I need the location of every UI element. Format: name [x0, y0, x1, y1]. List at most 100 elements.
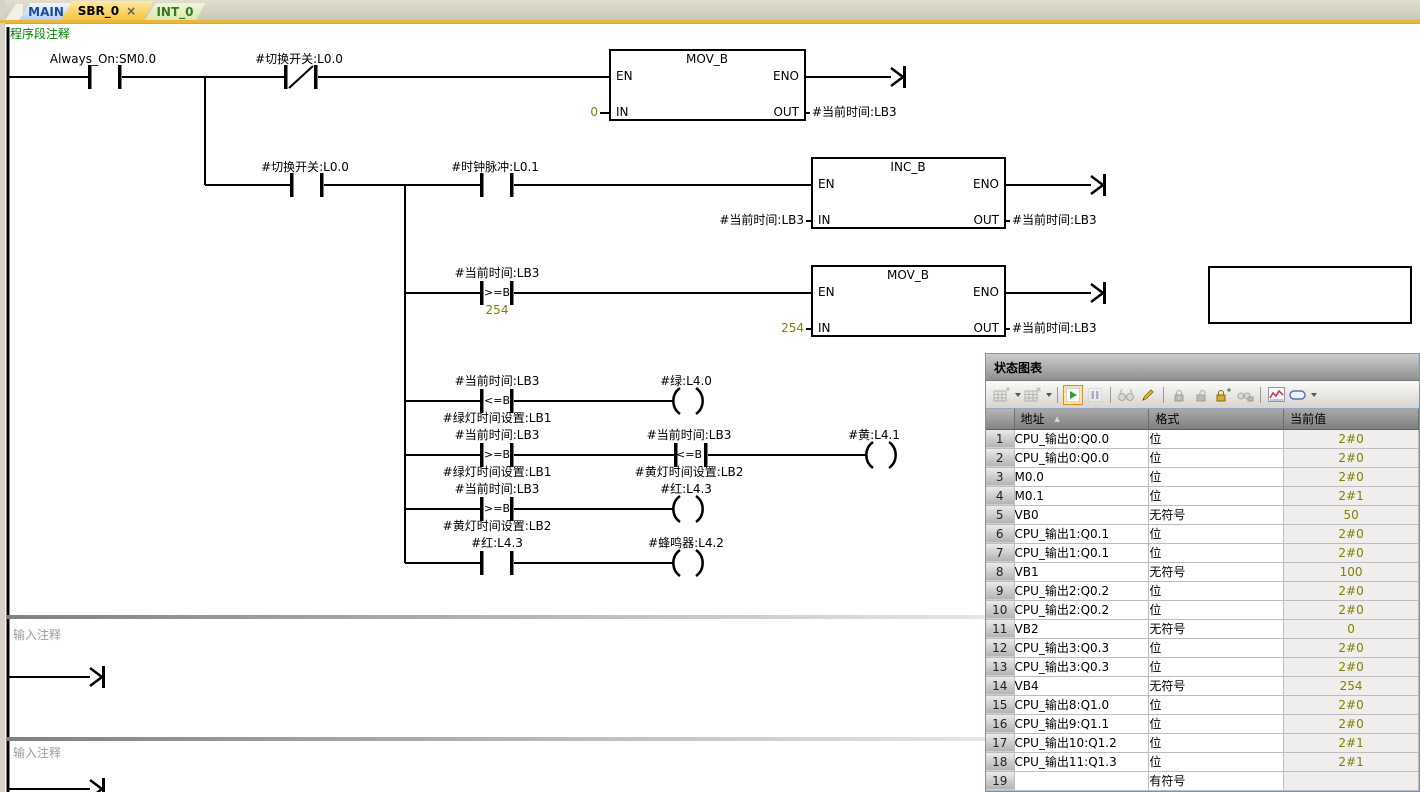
address-cell[interactable]: CPU_输出1:Q0.1 — [1014, 543, 1149, 562]
value-cell[interactable]: 2#1 — [1284, 752, 1419, 771]
address-cell[interactable]: M0.0 — [1014, 467, 1149, 486]
contact-red[interactable] — [480, 551, 514, 575]
value-cell[interactable]: 2#1 — [1284, 486, 1419, 505]
format-cell[interactable]: 位 — [1149, 714, 1284, 733]
row-number-cell[interactable]: 7 — [986, 543, 1014, 562]
value-cell[interactable]: 0 — [1284, 619, 1419, 638]
row-number-cell[interactable]: 9 — [986, 581, 1014, 600]
header-address[interactable]: 地址▲ — [1014, 409, 1149, 429]
tab-sbr0[interactable]: SBR_0× — [61, 1, 153, 20]
value-cell[interactable]: 2#0 — [1284, 638, 1419, 657]
operand-label-clock-pulse[interactable]: #时钟脉冲:L0.1 — [451, 161, 539, 174]
force-new-icon[interactable] — [1213, 385, 1233, 405]
format-cell[interactable]: 位 — [1149, 429, 1284, 448]
write-icon[interactable] — [1138, 385, 1158, 405]
format-cell[interactable]: 位 — [1149, 638, 1284, 657]
address-cell[interactable]: CPU_输出3:Q0.3 — [1014, 638, 1149, 657]
cmp-bottom-operand-green-set[interactable]: #绿灯时间设置:LB1 — [443, 466, 552, 479]
bookmark-icon[interactable] — [1288, 385, 1308, 405]
address-cell[interactable] — [1014, 771, 1149, 790]
format-cell[interactable]: 位 — [1149, 524, 1284, 543]
value-cell[interactable]: 2#0 — [1284, 524, 1419, 543]
value-cell[interactable]: 2#0 — [1284, 695, 1419, 714]
dropdown-caret-icon[interactable] — [1044, 385, 1053, 405]
pause-icon[interactable] — [1085, 385, 1105, 405]
contact-label-red[interactable]: #红:L4.3 — [471, 537, 523, 550]
input-comment-2[interactable]: 输入注释 — [13, 629, 61, 642]
value-cell[interactable] — [1284, 771, 1419, 790]
address-cell[interactable]: CPU_输出8:Q1.0 — [1014, 695, 1149, 714]
out-operand-cur-time[interactable]: #当前时间:LB3 — [812, 106, 897, 119]
in-value-0[interactable]: 0 — [576, 106, 598, 119]
row-number-cell[interactable]: 12 — [986, 638, 1014, 657]
value-cell[interactable]: 2#0 — [1284, 448, 1419, 467]
cmp-top-operand[interactable]: #当前时间:LB3 — [455, 375, 540, 388]
cmp-top-operand[interactable]: #当前时间:LB3 — [455, 483, 540, 496]
format-cell[interactable]: 位 — [1149, 657, 1284, 676]
network-comment[interactable]: 程序段注释 — [10, 28, 70, 41]
format-cell[interactable]: 位 — [1149, 486, 1284, 505]
format-cell[interactable]: 无符号 — [1149, 676, 1284, 695]
header-value[interactable]: 当前值 — [1284, 409, 1419, 429]
format-cell[interactable]: 位 — [1149, 581, 1284, 600]
row-number-cell[interactable]: 15 — [986, 695, 1014, 714]
read-force-icon[interactable] — [1235, 385, 1255, 405]
coil-label-buzzer[interactable]: #蜂鸣器:L4.2 — [648, 537, 724, 550]
coil-label-yellow[interactable]: #黄:L4.1 — [848, 429, 900, 442]
contacts[interactable] — [88, 65, 708, 575]
format-cell[interactable]: 位 — [1149, 695, 1284, 714]
row-number-cell[interactable]: 11 — [986, 619, 1014, 638]
contact-switch-no[interactable] — [290, 173, 324, 197]
value-cell[interactable]: 2#1 — [1284, 733, 1419, 752]
format-cell[interactable]: 位 — [1149, 448, 1284, 467]
address-cell[interactable]: VB0 — [1014, 505, 1149, 524]
cmp-bottom-value-254[interactable]: 254 — [486, 304, 509, 317]
cmp-bottom-operand-yellow-set[interactable]: #黄灯时间设置:LB2 — [443, 520, 552, 533]
insert-chart-icon[interactable] — [992, 385, 1012, 405]
format-cell[interactable]: 位 — [1149, 733, 1284, 752]
contact-always-on[interactable] — [88, 65, 122, 89]
cmp-top-operand[interactable]: #当前时间:LB3 — [455, 267, 540, 280]
dropdown-caret-icon[interactable] — [1309, 385, 1318, 405]
in-operand-cur-time[interactable]: #当前时间:LB3 — [694, 214, 804, 227]
address-cell[interactable]: VB4 — [1014, 676, 1149, 695]
coil-red[interactable] — [673, 496, 702, 522]
coil-green[interactable] — [673, 388, 702, 414]
row-number-cell[interactable]: 10 — [986, 600, 1014, 619]
unforce-icon[interactable] — [1191, 385, 1211, 405]
address-cell[interactable]: CPU_输出0:Q0.0 — [1014, 448, 1149, 467]
empty-box[interactable] — [1208, 266, 1412, 324]
contact-switch-nc[interactable] — [284, 65, 318, 89]
header-rownum[interactable] — [986, 409, 1014, 429]
address-cell[interactable]: CPU_输出10:Q1.2 — [1014, 733, 1149, 752]
chart-status-on-icon[interactable] — [1063, 385, 1083, 405]
address-cell[interactable]: CPU_输出2:Q0.2 — [1014, 600, 1149, 619]
row-number-cell[interactable]: 14 — [986, 676, 1014, 695]
address-cell[interactable]: CPU_输出9:Q1.1 — [1014, 714, 1149, 733]
value-cell[interactable]: 50 — [1284, 505, 1419, 524]
operand-label-switch-no[interactable]: #切换开关:L0.0 — [261, 161, 349, 174]
row-number-cell[interactable]: 17 — [986, 733, 1014, 752]
coil-label-red[interactable]: #红:L4.3 — [660, 483, 712, 496]
address-cell[interactable]: CPU_输出11:Q1.3 — [1014, 752, 1149, 771]
format-cell[interactable]: 位 — [1149, 600, 1284, 619]
value-cell[interactable]: 2#0 — [1284, 657, 1419, 676]
value-cell[interactable]: 2#0 — [1284, 467, 1419, 486]
row-number-cell[interactable]: 13 — [986, 657, 1014, 676]
format-cell[interactable]: 无符号 — [1149, 619, 1284, 638]
contact-clock-pulse[interactable] — [480, 173, 514, 197]
input-comment-3[interactable]: 输入注释 — [13, 747, 61, 760]
tab-int0[interactable]: INT_0 — [145, 3, 205, 20]
row-number-cell[interactable]: 2 — [986, 448, 1014, 467]
in-value-254[interactable]: 254 — [754, 322, 804, 335]
row-number-cell[interactable]: 6 — [986, 524, 1014, 543]
format-cell[interactable]: 无符号 — [1149, 562, 1284, 581]
close-icon[interactable]: × — [126, 6, 136, 16]
format-cell[interactable]: 位 — [1149, 752, 1284, 771]
force-icon[interactable] — [1169, 385, 1189, 405]
format-cell[interactable]: 位 — [1149, 467, 1284, 486]
out-operand-cur-time[interactable]: #当前时间:LB3 — [1012, 214, 1097, 227]
value-cell[interactable]: 2#0 — [1284, 581, 1419, 600]
operand-label-always-on[interactable]: Always_On:SM0.0 — [50, 53, 156, 66]
trend-view-icon[interactable] — [1266, 385, 1286, 405]
